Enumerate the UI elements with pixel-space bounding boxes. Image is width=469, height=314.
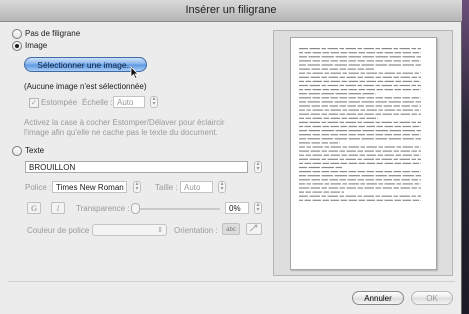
insert-watermark-dialog: Insérer un filigrane Pas de filigrane Im… [0, 0, 462, 314]
document-text-preview [299, 48, 421, 201]
footer-separator [8, 281, 455, 282]
cancel-button[interactable]: Annuler [352, 291, 404, 305]
ok-button[interactable]: OK [411, 291, 453, 305]
desktop-edge [462, 0, 469, 314]
